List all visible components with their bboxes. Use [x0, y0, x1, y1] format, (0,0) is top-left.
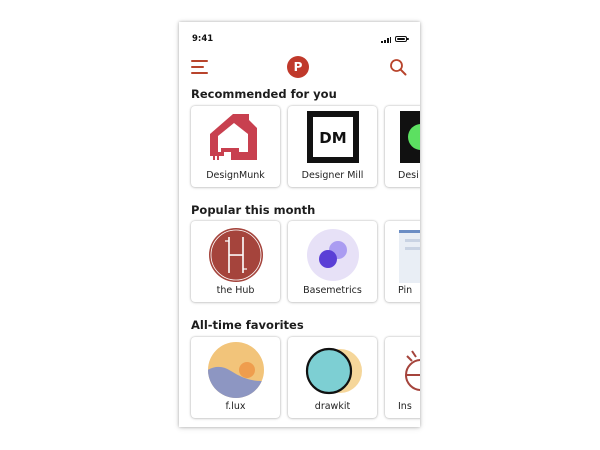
designer-mill-logo-icon: DM: [307, 111, 359, 163]
app-card-label: drawkit: [314, 401, 351, 412]
section-title-popular: Popular this month: [191, 203, 316, 217]
app-card-label: Desi: [398, 170, 419, 181]
app-card-label: Ins: [398, 401, 412, 412]
pin-thumbnail-icon: [399, 230, 420, 283]
app-card-basemetrics[interactable]: Basemetrics: [288, 221, 377, 302]
designmunk-logo-icon: [210, 114, 257, 160]
app-card-label: Pin: [398, 285, 413, 296]
app-card-designmunk[interactable]: DesignMunk: [191, 106, 280, 187]
app-card-label: the Hub: [216, 285, 255, 296]
signal-icon: [381, 37, 391, 43]
drawkit-logo-icon: [305, 347, 362, 395]
app-card-label: DesignMunk: [206, 170, 265, 181]
svg-text:DM: DM: [319, 129, 346, 147]
app-card-partial-recommended[interactable]: Desi: [385, 106, 420, 187]
app-card-flux[interactable]: f.lux: [191, 337, 280, 418]
app-card-label: f.lux: [225, 401, 246, 412]
app-card-drawkit[interactable]: drawkit: [288, 337, 377, 418]
top-navigation: P: [179, 52, 420, 88]
basemetrics-logo-icon: [307, 229, 359, 281]
flux-logo-icon: [208, 342, 264, 398]
phone-screen: 9:41 P Recommended for you DesignMunk DM…: [179, 22, 420, 427]
section-title-recommended: Recommended for you: [191, 87, 337, 101]
search-icon[interactable]: [389, 58, 407, 76]
app-card-the-hub[interactable]: the Hub: [191, 221, 280, 302]
status-bar: 9:41: [179, 22, 420, 52]
app-card-label: Designer Mill: [301, 170, 364, 181]
partial-ins-logo-icon: [405, 350, 420, 391]
app-card-partial-favorites[interactable]: Ins: [385, 337, 420, 418]
app-card-partial-popular[interactable]: Pin: [385, 221, 420, 302]
battery-icon: [395, 36, 409, 42]
app-card-label: Basemetrics: [303, 285, 362, 296]
app-logo[interactable]: P: [287, 56, 309, 78]
menu-icon[interactable]: [191, 60, 209, 74]
app-card-designer-mill[interactable]: DM Designer Mill: [288, 106, 377, 187]
the-hub-logo-icon: [209, 228, 263, 282]
status-time: 9:41: [192, 34, 214, 44]
partial-green-logo-icon: [400, 111, 420, 163]
section-title-favorites: All-time favorites: [191, 318, 304, 332]
